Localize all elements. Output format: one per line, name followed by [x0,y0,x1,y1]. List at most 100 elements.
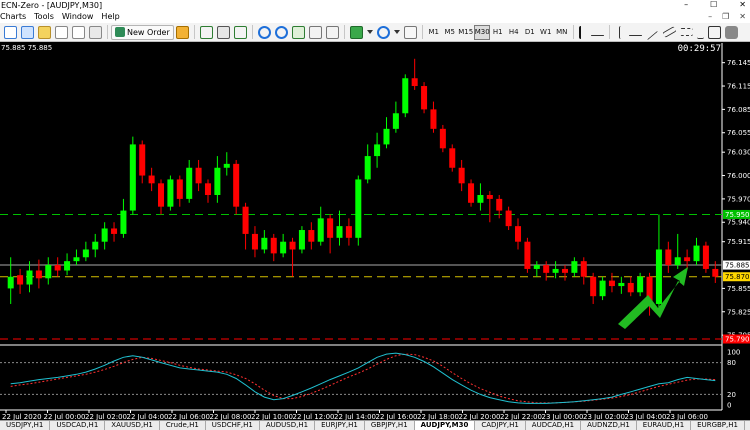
symbol-tab[interactable]: AUDUSD,H1 [260,421,316,430]
menu-window[interactable]: Window [60,11,100,23]
candle-body [345,226,352,238]
maximize-button[interactable]: ☐ [710,0,717,10]
line-chart-icon[interactable] [233,25,247,39]
candle-body [524,241,531,269]
chart-restore-button[interactable]: ❐ [722,11,729,22]
zoom-in-icon[interactable] [257,25,271,39]
strategy-tester-icon[interactable] [89,25,102,39]
tile-windows-icon[interactable] [291,25,305,39]
menu-charts[interactable]: Charts [0,11,32,23]
menu-tools[interactable]: Tools [32,11,60,23]
timeframe-h4-button[interactable]: H4 [506,26,522,39]
candle-body [674,257,681,266]
symbol-tab[interactable]: XAUUSD,H1 [105,421,160,430]
navigator-icon[interactable] [55,25,68,39]
candle-body [233,163,240,207]
dropdown-arrow-icon[interactable] [366,30,373,34]
symbol-tab[interactable]: USDCHF,H1 [206,421,260,430]
stochastic-signal-line [10,353,716,404]
timeframe-m5-button[interactable]: M5 [442,26,458,39]
timeframe-mn-button[interactable]: MN [554,26,570,39]
zoom-out-icon[interactable] [274,25,288,39]
candle-body [496,198,503,211]
price-tag-label: 75.950 [725,211,750,219]
new-order-icon [115,27,125,37]
trendline-icon[interactable] [646,30,658,40]
candle-body [176,179,183,199]
candle-body [101,228,108,242]
fibonacci-icon[interactable] [679,28,693,36]
symbol-tab[interactable]: GBPJPY,H1 [365,421,415,430]
symbol-tab[interactable]: USDCAD,H1 [50,421,106,430]
candle-body [289,241,296,250]
candle-body [17,275,24,285]
window-title: ECN-Zero - [AUDJPY,M30] [1,1,103,10]
crosshair-icon[interactable] [590,34,604,36]
toolbar-separator [608,25,610,39]
market-watch-icon[interactable] [38,25,51,39]
candle-body [129,144,136,211]
time-axis-label: 22 Jul 08:00 [210,413,252,420]
cursor-icon[interactable] [578,25,587,39]
toolbar-separator [572,25,574,39]
candle-body [251,233,258,250]
timeframe-h1-button[interactable]: H1 [490,26,506,39]
new-chart-icon[interactable] [4,25,17,39]
candle-body [355,179,362,238]
symbol-tab[interactable]: EURAUD,H1 [637,421,692,430]
menu-help[interactable]: Help [99,11,125,23]
price-axis-label: 76.145 [727,59,750,67]
chart-canvas[interactable]: 76.145 76.115 76.085 76.055 76.030 76.000 75.9… [0,43,750,420]
candlestick-chart-icon[interactable] [216,25,230,39]
candle-body [223,163,230,168]
bar-chart-icon[interactable] [199,25,213,39]
symbol-tab[interactable]: AUDNZD,H1 [581,421,637,430]
vertical-line-icon[interactable] [618,25,625,39]
time-axis-label: 22 Jul 22:00 [500,413,542,420]
candle-body [167,179,174,207]
auto-scroll-icon[interactable] [325,25,339,39]
time-axis-label: 22 Jul 2020 [2,413,42,420]
candle-body [242,206,249,234]
candle-body [402,78,409,114]
autotrading-icon[interactable] [175,25,189,39]
timeframe-w1-button[interactable]: W1 [538,26,554,39]
text-tool-icon[interactable] [696,26,704,39]
horizontal-line-icon[interactable] [628,34,642,36]
bar-countdown-timer: 00:29:57 [677,44,721,54]
chart-window[interactable]: 76.145 76.115 76.085 76.055 76.030 76.000 75.9… [0,43,750,420]
time-axis-label: 22 Jul 06:00 [168,413,210,420]
profiles-icon[interactable] [21,25,34,39]
symbol-tab[interactable]: AUDCAD,H1 [526,421,582,430]
chart-minimize-button[interactable]: – [708,11,712,22]
symbol-tab[interactable]: EURJPY,H1 [315,421,365,430]
chart-shift-icon[interactable] [308,25,322,39]
timeframe-m15-button[interactable]: M15 [458,26,474,39]
symbol-tab[interactable]: EURGBP,H1 [691,421,745,430]
symbol-tab[interactable]: USDJPY,H1 [0,421,51,430]
chart-close-button[interactable]: ✕ [739,11,746,22]
toolbar-separator [193,25,195,39]
candle-body [204,183,211,195]
candle-body [627,282,634,293]
dropdown-arrow-icon[interactable] [393,30,400,34]
tab-scroll-arrow-icon[interactable]: ◂▸ [745,421,750,430]
periods-clock-icon[interactable] [376,25,390,39]
terminal-icon[interactable] [72,25,85,39]
timeframe-d1-button[interactable]: D1 [522,26,538,39]
close-button[interactable]: ✕ [739,0,746,10]
minimize-button[interactable]: – [684,0,688,10]
symbol-tab[interactable]: CADJPY,H1 [475,421,526,430]
indicators-icon[interactable] [349,25,363,39]
stochastic-main-line [10,352,716,404]
channel-icon[interactable] [662,26,677,38]
templates-icon[interactable] [403,25,417,39]
price-axis-label: 76.115 [727,83,750,91]
label-tool-icon[interactable] [707,25,721,39]
symbol-tab[interactable]: Crude,H1 [160,421,206,430]
shapes-icon[interactable] [724,25,738,39]
symbol-tab[interactable]: AUDJPY,M30 [414,421,476,430]
timeframe-m1-button[interactable]: M1 [426,26,442,39]
new-order-button[interactable]: New Order [111,24,174,40]
timeframe-m30-button[interactable]: M30 [473,24,490,40]
